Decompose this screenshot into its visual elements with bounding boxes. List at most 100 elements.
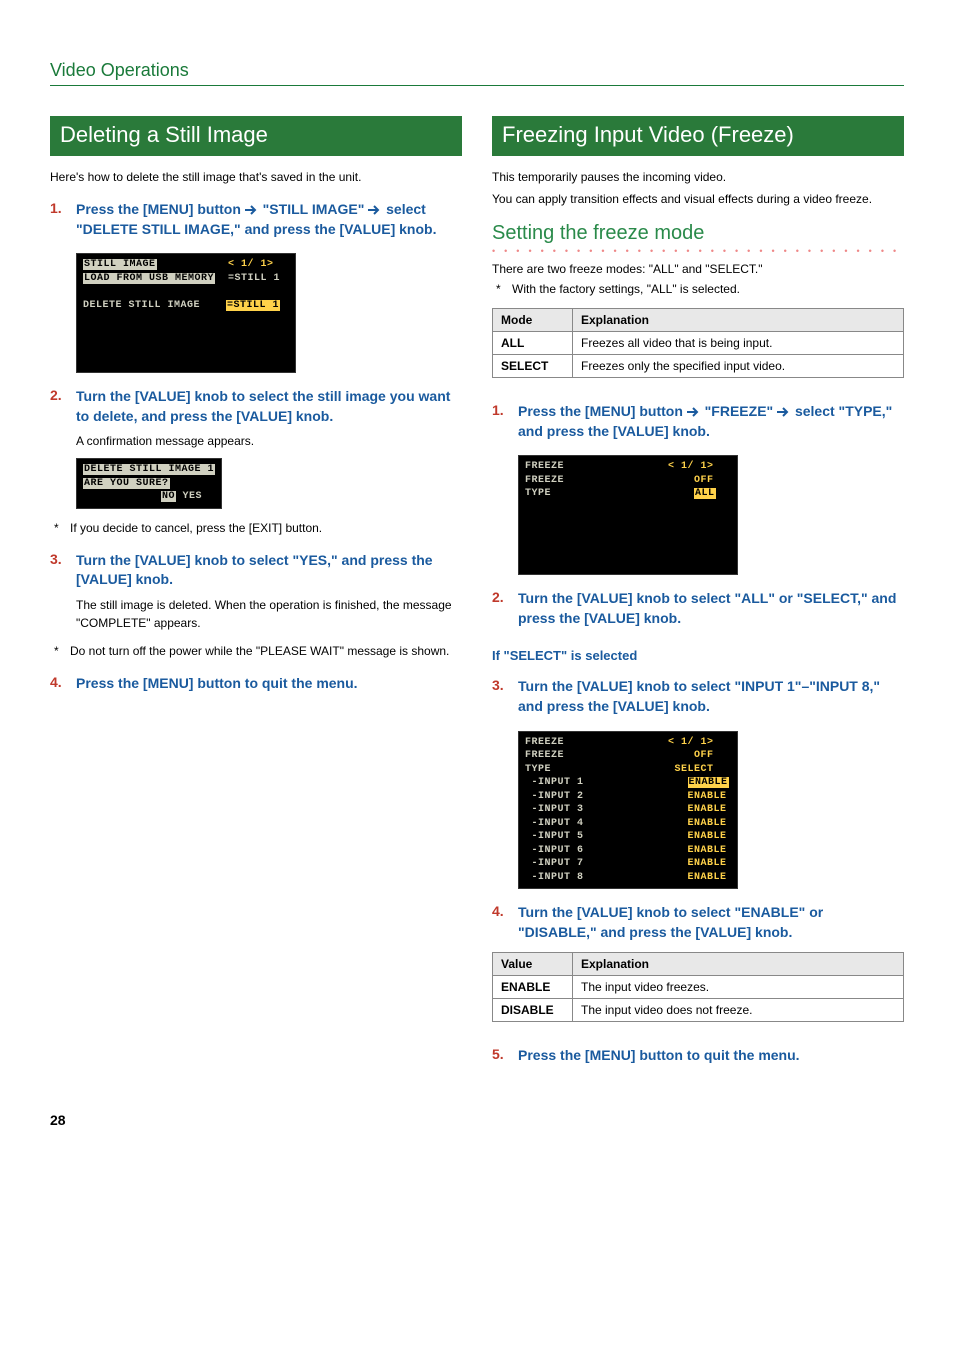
two-column-layout: Deleting a Still Image Here's how to del… bbox=[50, 116, 904, 1072]
lcd-line: STILL IMAGE bbox=[83, 259, 157, 270]
lcd-line: =STILL 1 bbox=[228, 273, 280, 284]
step-number: 3. bbox=[50, 551, 68, 590]
th-explanation: Explanation bbox=[573, 953, 904, 976]
lcd-line: ENABLE bbox=[688, 872, 727, 883]
lcd-line: TYPE bbox=[525, 488, 551, 499]
lcd-line: < 1/ 1> bbox=[228, 259, 274, 270]
step-number: 2. bbox=[492, 589, 510, 628]
step-text: Press the [MENU] button "FREEZE" select … bbox=[518, 402, 904, 441]
lcd-line: -INPUT 6 bbox=[525, 845, 584, 856]
step-number: 4. bbox=[492, 903, 510, 942]
lcd-line: LOAD FROM USB MEMORY bbox=[83, 273, 215, 284]
step-number: 2. bbox=[50, 387, 68, 426]
right-step5: 5. Press the [MENU] button to quit the m… bbox=[492, 1046, 904, 1066]
lcd-line: FREEZE bbox=[525, 737, 564, 748]
lcd-screenshot-r1: FREEZE < 1/ 1> FREEZE OFF TYPE ALL bbox=[518, 455, 738, 575]
lcd-line: < 1/ 1> bbox=[668, 461, 714, 472]
step-text: Turn the [VALUE] knob to select "ENABLE"… bbox=[518, 903, 904, 942]
arrow-icon bbox=[777, 403, 791, 423]
step-number: 4. bbox=[50, 674, 68, 694]
lcd-screenshot-2: DELETE STILL IMAGE 1 ARE YOU SURE? NO YE… bbox=[76, 458, 222, 509]
lcd-line: -INPUT 3 bbox=[525, 804, 584, 815]
lcd-no: NO bbox=[161, 491, 176, 502]
th-value: Value bbox=[493, 953, 573, 976]
lcd-line: ALL bbox=[694, 488, 716, 499]
page-number: 28 bbox=[50, 1112, 904, 1128]
th-mode: Mode bbox=[493, 309, 573, 332]
lcd-line: DELETE STILL IMAGE 1 bbox=[83, 464, 215, 475]
lcd-line: FREEZE bbox=[525, 750, 564, 761]
lcd-screenshot-r2: FREEZE < 1/ 1> FREEZE OFF TYPE SELECT -I… bbox=[518, 731, 738, 890]
lcd-line: ENABLE bbox=[688, 845, 727, 856]
left-step2: 2. Turn the [VALUE] knob to select the s… bbox=[50, 387, 462, 426]
lcd-line: ARE YOU SURE? bbox=[83, 478, 170, 489]
step-text: Press the [MENU] button to quit the menu… bbox=[518, 1046, 800, 1066]
mode-intro: There are two freeze modes: "ALL" and "S… bbox=[492, 262, 904, 276]
lcd-line: DELETE STILL IMAGE bbox=[83, 300, 200, 311]
step-number: 1. bbox=[50, 200, 68, 239]
step1-part-b: "FREEZE" bbox=[701, 403, 777, 419]
step-text: Turn the [VALUE] knob to select "INPUT 1… bbox=[518, 677, 904, 716]
td-explanation: Freezes all video that is being input. bbox=[573, 332, 904, 355]
asterisk: * bbox=[54, 519, 64, 537]
arrow-icon bbox=[368, 201, 382, 221]
lcd-line: ENABLE bbox=[688, 804, 727, 815]
note-text: Do not turn off the power while the "PLE… bbox=[70, 642, 449, 660]
value-table: Value Explanation ENABLE The input video… bbox=[492, 952, 904, 1022]
right-step2: 2. Turn the [VALUE] knob to select "ALL"… bbox=[492, 589, 904, 628]
step1-part-a: Press the [MENU] button bbox=[518, 403, 687, 419]
step-number: 5. bbox=[492, 1046, 510, 1066]
td-explanation: The input video freezes. bbox=[573, 976, 904, 999]
td-mode: SELECT bbox=[493, 355, 573, 378]
right-intro1: This temporarily pauses the incoming vid… bbox=[492, 168, 904, 186]
step-number: 1. bbox=[492, 402, 510, 441]
lcd-line: -INPUT 5 bbox=[525, 831, 584, 842]
right-step3: 3. Turn the [VALUE] knob to select "INPU… bbox=[492, 677, 904, 716]
right-step1: 1. Press the [MENU] button "FREEZE" sele… bbox=[492, 402, 904, 441]
step-text: Turn the [VALUE] knob to select the stil… bbox=[76, 387, 462, 426]
lcd-line: -INPUT 4 bbox=[525, 818, 584, 829]
lcd-line: -INPUT 7 bbox=[525, 858, 584, 869]
mode-table: Mode Explanation ALL Freezes all video t… bbox=[492, 308, 904, 378]
lcd-line: TYPE bbox=[525, 764, 551, 775]
lcd-line: ENABLE bbox=[688, 791, 727, 802]
step1-part-a: Press the [MENU] button bbox=[76, 201, 245, 217]
lcd-line: ENABLE bbox=[688, 777, 729, 788]
step-text: Turn the [VALUE] knob to select "ALL" or… bbox=[518, 589, 904, 628]
asterisk: * bbox=[496, 280, 506, 298]
th-explanation: Explanation bbox=[573, 309, 904, 332]
step-number: 3. bbox=[492, 677, 510, 716]
step-text: Press the [MENU] button to quit the menu… bbox=[76, 674, 358, 694]
left-title: Deleting a Still Image bbox=[50, 116, 462, 156]
asterisk: * bbox=[54, 642, 64, 660]
note-2: * Do not turn off the power while the "P… bbox=[54, 642, 462, 660]
td-explanation: Freezes only the specified input video. bbox=[573, 355, 904, 378]
left-step4: 4. Press the [MENU] button to quit the m… bbox=[50, 674, 462, 694]
lcd-line: SELECT bbox=[675, 764, 714, 775]
lcd-line: ENABLE bbox=[688, 858, 727, 869]
lcd-line: OFF bbox=[694, 750, 714, 761]
right-intro2: You can apply transition effects and vis… bbox=[492, 190, 904, 208]
right-step4: 4. Turn the [VALUE] knob to select "ENAB… bbox=[492, 903, 904, 942]
lcd-line: =STILL 1 bbox=[226, 300, 280, 311]
lcd-line: -INPUT 2 bbox=[525, 791, 584, 802]
lcd-line: ENABLE bbox=[688, 831, 727, 842]
step2-continuation: A confirmation message appears. bbox=[76, 432, 462, 450]
lcd-line: ENABLE bbox=[688, 818, 727, 829]
lcd-line: -INPUT 1 bbox=[525, 777, 584, 788]
left-intro: Here's how to delete the still image tha… bbox=[50, 168, 462, 186]
lcd-line: OFF bbox=[694, 475, 714, 486]
dotted-divider: ••••••••••••••••••••••••••••••••••••••••… bbox=[492, 248, 904, 254]
note-text: With the factory settings, "ALL" is sele… bbox=[512, 280, 740, 298]
note-text: If you decide to cancel, press the [EXIT… bbox=[70, 519, 322, 537]
lcd-line: FREEZE bbox=[525, 461, 564, 472]
step-text: Turn the [VALUE] knob to select "YES," a… bbox=[76, 551, 462, 590]
arrow-icon bbox=[687, 403, 701, 423]
td-value: ENABLE bbox=[493, 976, 573, 999]
note-1: * If you decide to cancel, press the [EX… bbox=[54, 519, 462, 537]
left-step3: 3. Turn the [VALUE] knob to select "YES,… bbox=[50, 551, 462, 590]
step-text: Press the [MENU] button "STILL IMAGE" se… bbox=[76, 200, 462, 239]
td-value: DISABLE bbox=[493, 999, 573, 1022]
select-subheading: If "SELECT" is selected bbox=[492, 648, 904, 663]
td-mode: ALL bbox=[493, 332, 573, 355]
